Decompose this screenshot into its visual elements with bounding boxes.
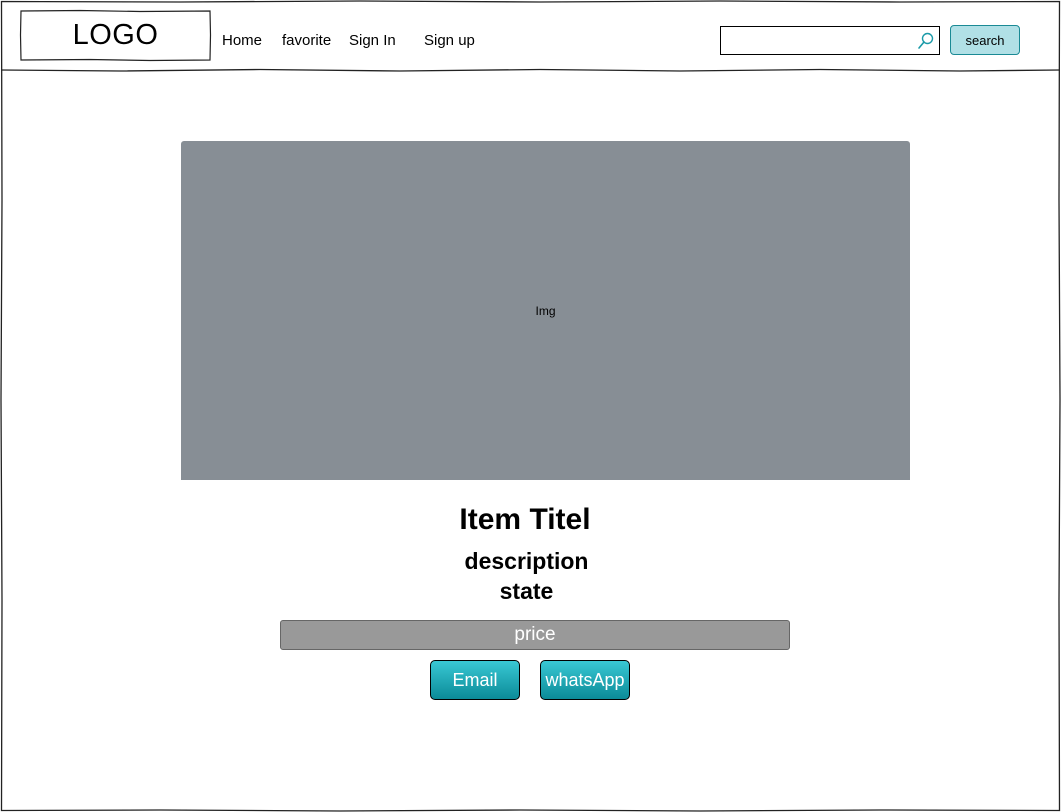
- search-icon[interactable]: [916, 31, 936, 51]
- item-details: description state: [380, 546, 673, 606]
- nav-link-sign-up[interactable]: Sign up: [424, 31, 475, 51]
- search-button[interactable]: search: [950, 25, 1020, 55]
- item-description: description: [464, 548, 589, 574]
- page: LOGO Home favorite Sign In Sign up searc…: [0, 0, 1061, 812]
- nav-link-home[interactable]: Home: [222, 31, 262, 51]
- logo[interactable]: LOGO: [21, 11, 210, 60]
- whatsapp-button[interactable]: whatsApp: [540, 660, 630, 700]
- search-field[interactable]: [720, 26, 940, 55]
- item-state: state: [499, 578, 554, 604]
- item-image-label: Img: [535, 303, 556, 318]
- nav-link-sign-in[interactable]: Sign In: [349, 31, 396, 51]
- search-input[interactable]: [723, 29, 921, 52]
- item-price: price: [280, 620, 790, 650]
- item-title: Item Titel: [459, 503, 591, 536]
- nav-link-favorite[interactable]: favorite: [282, 31, 331, 51]
- item-image-placeholder: Img: [181, 141, 910, 480]
- email-button[interactable]: Email: [430, 660, 520, 700]
